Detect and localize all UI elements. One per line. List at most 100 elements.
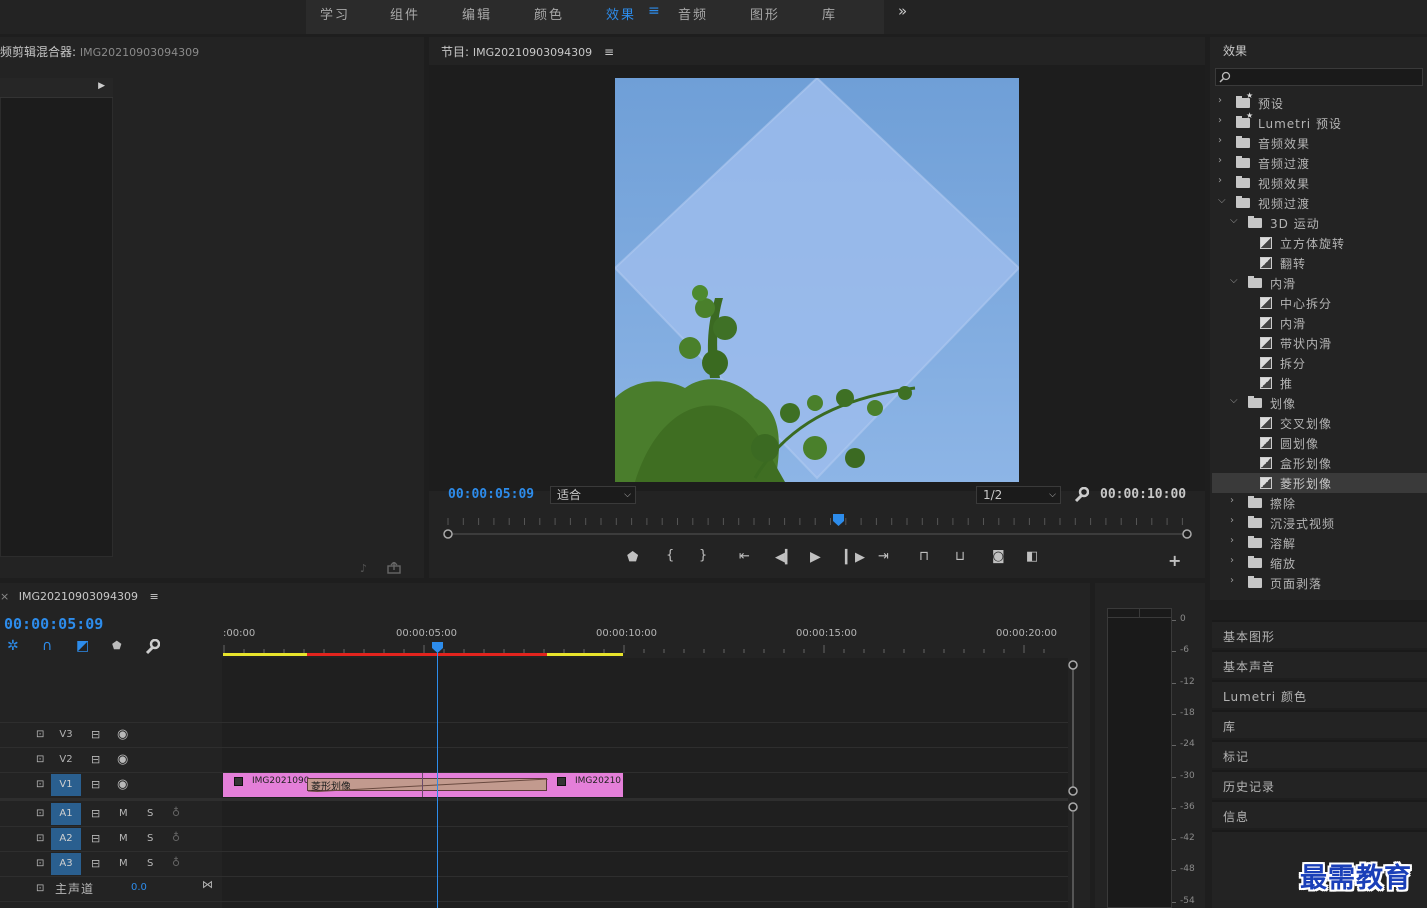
mixer-audio-icon[interactable]: ♪ (360, 562, 367, 575)
effect-tree-item[interactable]: 圆划像 (1212, 433, 1427, 453)
master-bowtie-icon[interactable]: ⋈ (202, 878, 213, 891)
effect-tree-item[interactable]: › 音频过渡 (1212, 153, 1427, 173)
chevron-down-icon[interactable]: ⌵ (1218, 195, 1227, 206)
chevron-right-icon[interactable]: › (1230, 535, 1235, 546)
chevron-right-icon[interactable]: › (1230, 515, 1235, 526)
lock-icon[interactable]: ⊡ (36, 729, 44, 740)
effects-search-input[interactable] (1215, 68, 1423, 86)
go-to-out-icon[interactable]: ⇥ (878, 549, 889, 564)
effect-tree-item[interactable]: › 视频效果 (1212, 173, 1427, 193)
workspace-tab-learn[interactable]: 学习 (320, 4, 350, 23)
nest-sequence-icon[interactable]: ✲ (7, 638, 19, 654)
chevron-down-icon[interactable]: ⌵ (1230, 395, 1239, 406)
chevron-down-icon[interactable]: ⌵ (1230, 215, 1239, 226)
mark-out-icon[interactable]: } (699, 548, 707, 563)
chevron-down-icon[interactable]: ⌵ (1230, 275, 1239, 286)
effect-tree-item[interactable]: 中心拆分 (1212, 293, 1427, 313)
toggle-sync-lock-icon[interactable]: ⊟ (91, 728, 100, 741)
effect-tree-item[interactable]: ⌵ 划像 (1212, 393, 1427, 413)
workspace-tab-audio[interactable]: 音频 (678, 4, 708, 23)
workspace-tab-assembly[interactable]: 组件 (390, 4, 420, 23)
lock-icon[interactable]: ⊡ (36, 754, 44, 765)
effect-tree-item[interactable]: › ★ 预设 (1212, 91, 1427, 113)
track-target-a2[interactable]: A2 (51, 828, 81, 850)
lift-icon[interactable]: ⊓ (919, 549, 929, 564)
stack-panel-item[interactable]: 库 (1212, 710, 1427, 738)
compare-view-icon[interactable]: ◧ (1026, 549, 1038, 564)
toggle-sync-lock-icon[interactable]: ⊟ (91, 807, 100, 820)
program-time-ruler[interactable] (440, 512, 1192, 544)
chevron-right-icon[interactable]: › (1218, 155, 1223, 166)
mark-in-icon[interactable]: { (666, 548, 674, 563)
toggle-sync-lock-icon[interactable]: ⊟ (91, 778, 100, 791)
effect-tree-item[interactable]: › 擦除 (1212, 493, 1427, 513)
more-workspaces-icon[interactable]: » (898, 2, 907, 20)
workspace-tab-color[interactable]: 颜色 (534, 4, 564, 23)
toggle-sync-lock-icon[interactable]: ⊟ (91, 832, 100, 845)
step-forward-icon[interactable]: ▎▶ (845, 550, 865, 565)
effect-tree-item[interactable]: › 缩放 (1212, 553, 1427, 573)
effect-tree-item[interactable]: › 溶解 (1212, 533, 1427, 553)
add-marker-icon[interactable]: ⬟ (627, 550, 638, 565)
step-back-icon[interactable]: ◀▎ (775, 550, 795, 565)
lock-icon[interactable]: ⊡ (36, 779, 44, 790)
add-button-icon[interactable]: + (1168, 551, 1181, 570)
effect-tree-item[interactable]: › 沉浸式视频 (1212, 513, 1427, 533)
solo-button[interactable]: S (147, 833, 153, 844)
track-target-v2[interactable]: V2 (51, 749, 81, 771)
timeline-scrollbar-video[interactable] (1072, 662, 1074, 792)
solo-button[interactable]: S (147, 808, 153, 819)
effect-tree-item[interactable]: ⌵ 内滑 (1212, 273, 1427, 293)
zoom-dropdown[interactable]: 适合 ⌵ (550, 486, 636, 504)
stack-panel-item[interactable]: 信息 (1212, 800, 1427, 828)
effect-tree-item[interactable]: › 音频效果 (1212, 133, 1427, 153)
lock-icon[interactable]: ⊡ (36, 833, 44, 844)
wrench-icon[interactable] (1073, 487, 1089, 503)
workspace-tab-libraries[interactable]: 库 (822, 4, 837, 23)
microphone-icon[interactable]: ♁ (172, 806, 180, 819)
microphone-icon[interactable]: ♁ (172, 856, 180, 869)
track-target-a1[interactable]: A1 (51, 803, 81, 825)
effect-tree-item[interactable]: 菱形划像 (1212, 473, 1427, 493)
effect-tree-item[interactable]: 立方体旋转 (1212, 233, 1427, 253)
chevron-right-icon[interactable]: › (1218, 135, 1223, 146)
mute-button[interactable]: M (119, 858, 128, 869)
timeline-settings-wrench-icon[interactable] (144, 639, 160, 655)
mixer-strip-header[interactable]: ▶ (0, 78, 113, 98)
effect-tree-item[interactable]: 带状内滑 (1212, 333, 1427, 353)
effect-tree-item[interactable]: ⌵ 视频过渡 (1212, 193, 1427, 213)
resolution-dropdown[interactable]: 1/2 ⌵ (976, 486, 1061, 504)
lock-icon[interactable]: ⊡ (36, 808, 44, 819)
effect-tree-item[interactable]: › 页面剥落 (1212, 573, 1427, 593)
stack-panel-item[interactable]: Lumetri 颜色 (1212, 680, 1427, 708)
extract-icon[interactable]: ⊔ (955, 549, 965, 564)
snap-magnet-icon[interactable]: ∩ (42, 638, 52, 654)
eye-icon[interactable]: ◉ (117, 752, 128, 767)
effect-tree-item[interactable]: › ★ Lumetri 预设 (1212, 111, 1427, 133)
effect-tree-item[interactable]: 内滑 (1212, 313, 1427, 333)
timeline-marker-icon[interactable]: ⬟ (112, 639, 122, 652)
chevron-right-icon[interactable]: › (1230, 575, 1235, 586)
stack-panel-item[interactable]: 基本声音 (1212, 650, 1427, 678)
effect-tree-item[interactable]: 拆分 (1212, 353, 1427, 373)
chevron-right-icon[interactable]: › (1230, 495, 1235, 506)
close-icon[interactable]: × (0, 590, 9, 603)
lock-icon[interactable]: ⊡ (36, 858, 44, 869)
eye-icon[interactable]: ◉ (117, 777, 128, 792)
effect-tree-item[interactable]: 盒形划像 (1212, 453, 1427, 473)
chevron-right-icon[interactable]: › (1218, 115, 1223, 126)
workspace-tab-effects[interactable]: 效果 (606, 4, 636, 23)
stack-panel-item[interactable]: 历史记录 (1212, 770, 1427, 798)
eye-icon[interactable]: ◉ (117, 727, 128, 742)
effect-tree-item[interactable]: 交叉划像 (1212, 413, 1427, 433)
panel-menu-icon[interactable]: ≡ (604, 45, 614, 59)
effect-tree-item[interactable]: 翻转 (1212, 253, 1427, 273)
workspace-tab-editing[interactable]: 编辑 (462, 4, 492, 23)
lock-icon[interactable]: ⊡ (36, 883, 44, 894)
camera-icon[interactable]: ◙ (992, 549, 1005, 564)
toggle-sync-lock-icon[interactable]: ⊟ (91, 857, 100, 870)
linked-selection-icon[interactable]: ◩ (76, 638, 89, 654)
master-volume-value[interactable]: 0.0 (131, 882, 147, 893)
program-playhead[interactable] (832, 513, 845, 529)
timeline-timecode[interactable]: 00:00:05:09 (4, 615, 103, 633)
